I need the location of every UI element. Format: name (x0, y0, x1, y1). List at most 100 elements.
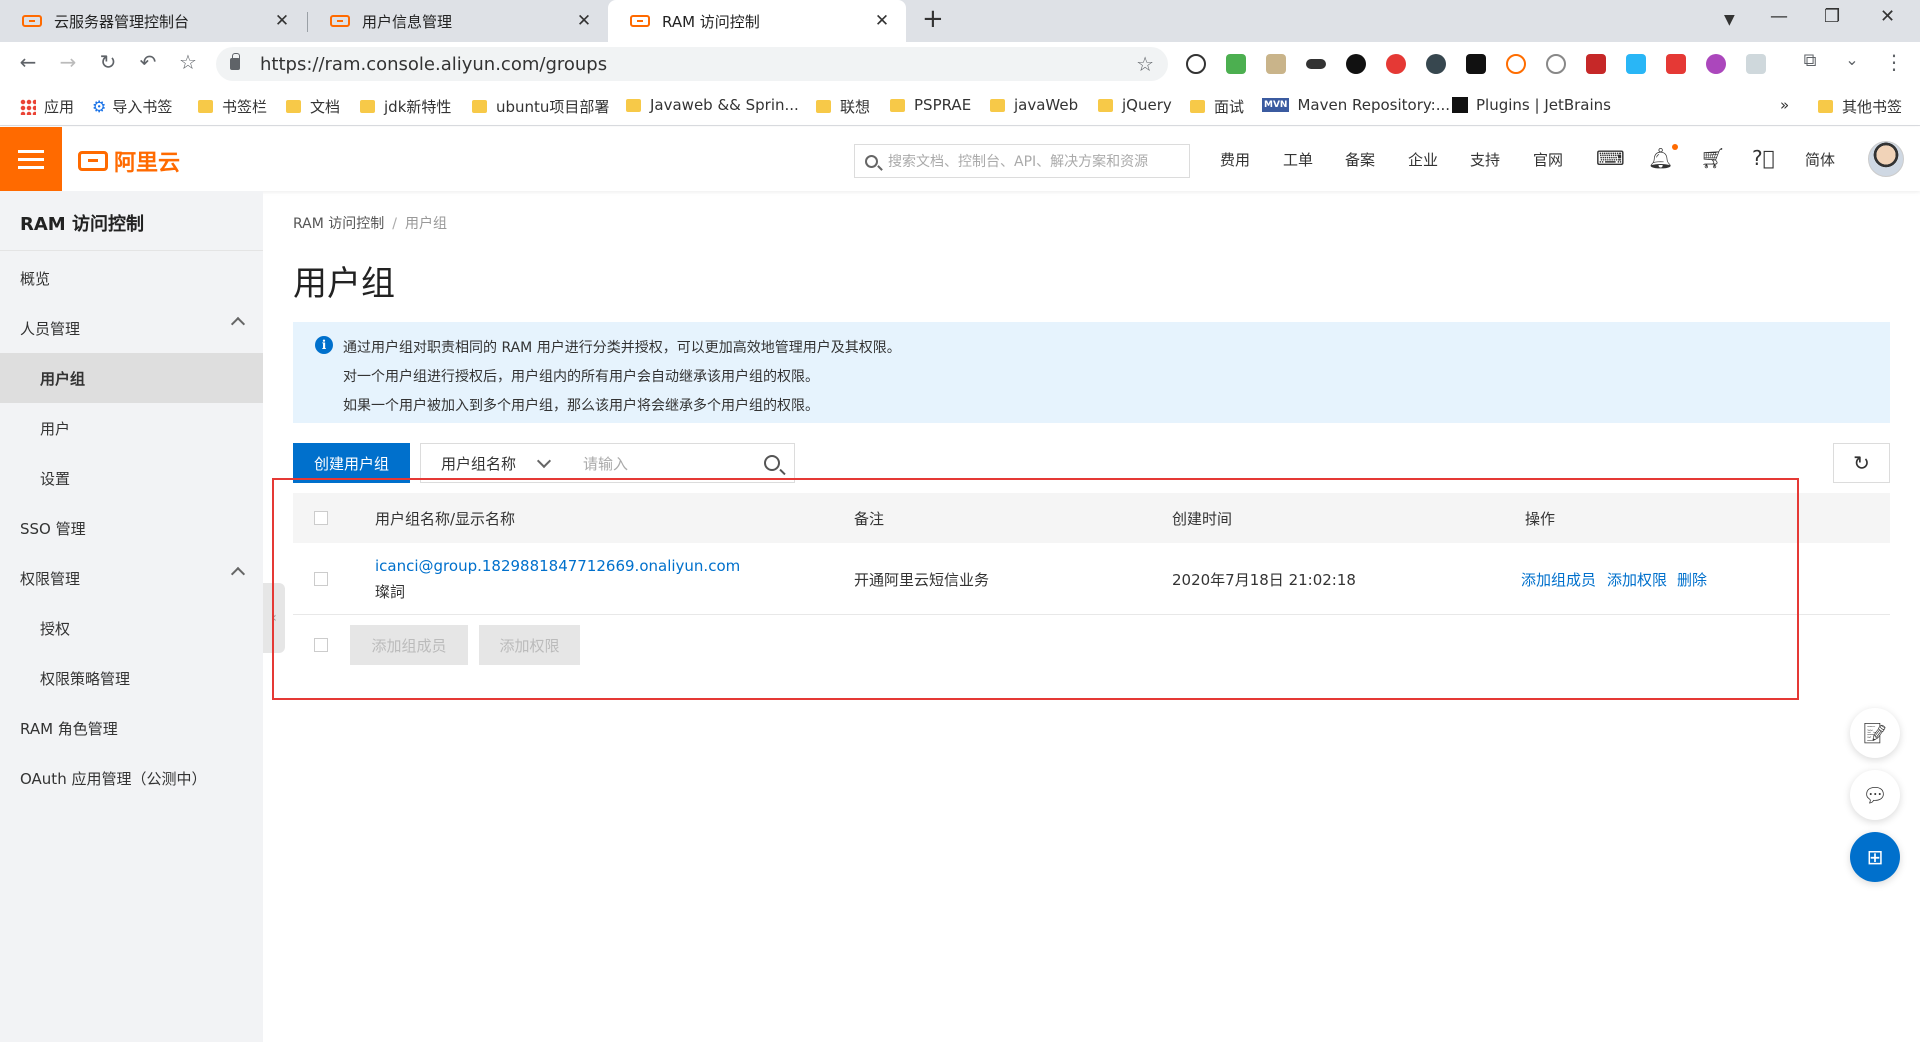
octo-extension-icon[interactable] (1346, 54, 1366, 74)
restore-icon[interactable]: ❐ (1824, 6, 1840, 27)
undo-icon[interactable]: ↶ (134, 50, 162, 74)
nav-icp[interactable]: 备案 (1345, 149, 1375, 170)
bookmark-page-icon[interactable]: ☆ (1136, 52, 1154, 76)
fe-extension-icon[interactable] (1666, 54, 1686, 74)
folder-icon (472, 100, 487, 113)
close-tab-icon[interactable]: ✕ (272, 11, 292, 31)
browser-tab-ram[interactable]: RAM 访问控制 ✕ (608, 0, 906, 42)
bookmark-folder[interactable]: jQuery (1098, 96, 1172, 114)
bookmark-star-icon[interactable]: ☆ (174, 50, 202, 74)
feedback-button[interactable]: 📝︎ (1850, 708, 1900, 758)
bookmark-folder[interactable]: jdk新特性 (360, 96, 451, 117)
refresh-button[interactable]: ↻ (1833, 443, 1890, 483)
folder-icon (626, 98, 641, 112)
hamburger-menu-button[interactable] (0, 127, 62, 191)
global-search-input[interactable]: 搜索文档、控制台、API、解决方案和资源 (854, 144, 1190, 178)
bookmark-apps[interactable]: 应用 (20, 96, 74, 117)
tampermonkey-extension-icon[interactable] (1466, 54, 1486, 74)
new-tab-button[interactable]: + (922, 4, 944, 34)
bookmark-folder[interactable]: 书签栏 (198, 96, 267, 117)
sidebar-item-grants[interactable]: 授权 (0, 603, 263, 653)
avatar[interactable] (1868, 141, 1904, 177)
mask-extension-icon[interactable] (1306, 59, 1326, 69)
bird-extension-icon[interactable] (1626, 54, 1646, 74)
create-group-button[interactable]: 创建用户组 (293, 443, 410, 483)
bookmarks-overflow-button[interactable]: » (1780, 96, 1789, 114)
bell-icon[interactable]: 🔔︎ (1648, 146, 1673, 170)
folder-icon (286, 100, 301, 113)
sidebar-item-overview[interactable]: 概览 (0, 253, 263, 303)
bookmark-import[interactable]: ⚙ 导入书签 (92, 96, 172, 117)
terminal-icon[interactable]: ⌨ (1596, 146, 1625, 170)
adblock-extension-icon[interactable] (1386, 54, 1406, 74)
chevron-down-icon (536, 453, 552, 469)
filter-search-input[interactable]: 请输入 (563, 443, 795, 483)
minimize-icon[interactable]: — (1770, 6, 1788, 27)
nav-billing[interactable]: 费用 (1220, 149, 1250, 170)
infinity-extension-icon[interactable] (1506, 54, 1526, 74)
search-icon[interactable] (764, 455, 780, 471)
chat-icon: 💬︎ (1862, 783, 1888, 807)
bookmark-folder[interactable]: PSPRAE (890, 96, 971, 114)
sidebar-item-label: RAM 角色管理 (20, 719, 118, 738)
nav-tickets[interactable]: 工单 (1283, 149, 1313, 170)
browser-menu-icon[interactable]: ⋮ (1880, 50, 1908, 74)
download-extension-icon[interactable] (1226, 54, 1246, 74)
address-bar[interactable]: https://ram.console.aliyun.com/groups ☆ (216, 47, 1168, 81)
apps-float-button[interactable]: ⊞ (1850, 832, 1900, 882)
sidebar-item-permissions[interactable]: 权限管理 (0, 553, 263, 603)
plane-extension-icon[interactable] (1746, 54, 1766, 74)
browser-tab-ecs[interactable]: 云服务器管理控制台 ✕ (0, 0, 306, 42)
pdf-extension-icon[interactable] (1586, 54, 1606, 74)
nav-support[interactable]: 支持 (1470, 149, 1500, 170)
sidebar-item-sso[interactable]: SSO 管理 (0, 503, 263, 553)
tab-search-icon[interactable]: ▼ (1724, 12, 1735, 28)
sidebar-item-users[interactable]: 用户 (0, 403, 263, 453)
aliyun-logo[interactable]: 阿里云 (78, 145, 180, 177)
bookmark-folder[interactable]: ubuntu项目部署 (472, 96, 609, 117)
bookmark-folder[interactable]: javaWeb (990, 96, 1078, 114)
sidebar-item-oauth[interactable]: OAuth 应用管理（公测中） (0, 753, 263, 803)
extensions-menu-icon[interactable]: ⌄ (1838, 50, 1866, 69)
sidebar-item-policies[interactable]: 权限策略管理 (0, 653, 263, 703)
image-extension-icon[interactable] (1266, 54, 1286, 74)
close-tab-icon[interactable]: ✕ (574, 11, 594, 31)
chevron-up-icon (230, 566, 246, 582)
bookmark-jetbrains[interactable]: Plugins | JetBrains (1452, 96, 1611, 114)
browser-tab-user-info[interactable]: 用户信息管理 ✕ (308, 0, 608, 42)
link-extension-icon[interactable] (1546, 54, 1566, 74)
url-text[interactable]: https://ram.console.aliyun.com/groups (260, 54, 1136, 75)
folder-icon (1098, 98, 1113, 112)
cart-icon[interactable]: 🛒︎ (1700, 146, 1725, 170)
bookmark-folder[interactable]: Javaweb && Sprin... (626, 96, 799, 114)
bookmark-maven[interactable]: MVN Maven Repository:... (1262, 96, 1450, 114)
bookmark-folder[interactable]: 联想 (816, 96, 870, 117)
language-switch[interactable]: 简体 (1805, 149, 1835, 170)
folder-icon (1818, 100, 1833, 113)
bookmark-other[interactable]: 其他书签 (1818, 96, 1902, 117)
forward-icon[interactable]: → (54, 50, 82, 74)
sidebar-item-groups[interactable]: 用户组 (0, 353, 263, 403)
sidebar-item-roles[interactable]: RAM 角色管理 (0, 703, 263, 753)
back-icon[interactable]: ← (14, 50, 42, 74)
nav-enterprise[interactable]: 企业 (1408, 149, 1438, 170)
nav-official-site[interactable]: 官网 (1533, 149, 1563, 170)
e-extension-icon[interactable] (1426, 54, 1446, 74)
bookmark-folder[interactable]: 面试 (1190, 96, 1244, 117)
sidebar-item-identities[interactable]: 人员管理 (0, 303, 263, 353)
history-extension-icon[interactable] (1186, 54, 1206, 74)
sidebar-item-settings[interactable]: 设置 (0, 453, 263, 503)
help-icon[interactable]: ?⃝ (1752, 146, 1775, 170)
info-notice: i 通过用户组对职责相同的 RAM 用户进行分类并授权，可以更加高效地管理用户及… (293, 322, 1890, 423)
window-close-icon[interactable]: ✕ (1880, 6, 1895, 27)
filter-field-select[interactable]: 用户组名称 (420, 443, 564, 483)
bookmark-label: 文档 (310, 98, 341, 116)
crop-icon[interactable]: ⧉ (1796, 50, 1824, 71)
pinwheel-extension-icon[interactable] (1706, 54, 1726, 74)
close-tab-icon[interactable]: ✕ (872, 11, 892, 31)
reload-icon[interactable]: ↻ (94, 50, 122, 74)
folder-icon (360, 100, 375, 113)
breadcrumb-root[interactable]: RAM 访问控制 (293, 216, 384, 232)
chat-button[interactable]: 💬︎ (1850, 770, 1900, 820)
bookmark-folder[interactable]: 文档 (286, 96, 340, 117)
